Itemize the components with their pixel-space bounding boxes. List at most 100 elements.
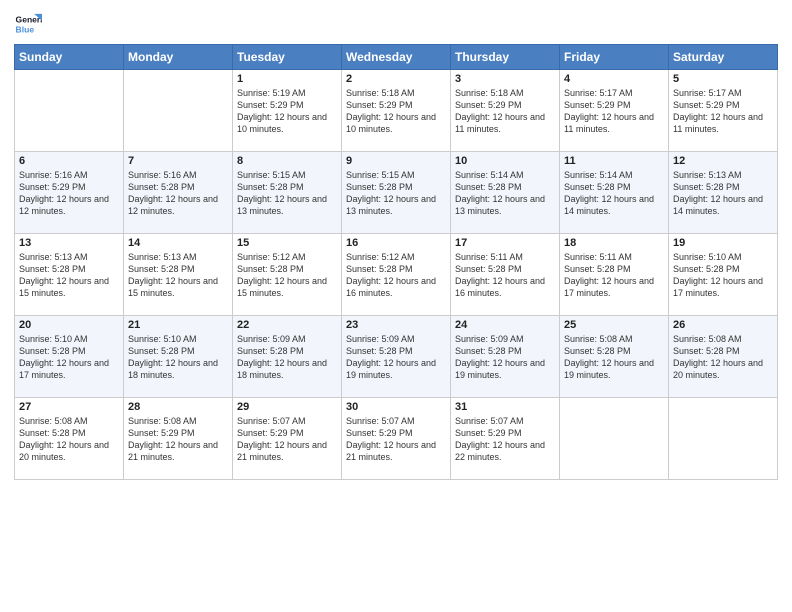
day-info: Sunrise: 5:08 AM Sunset: 5:28 PM Dayligh…: [564, 333, 664, 382]
calendar-cell: 3 Sunrise: 5:18 AM Sunset: 5:29 PM Daylig…: [451, 70, 560, 152]
day-number: 19: [673, 237, 773, 249]
day-info: Sunrise: 5:10 AM Sunset: 5:28 PM Dayligh…: [673, 251, 773, 300]
calendar-cell: 28 Sunrise: 5:08 AM Sunset: 5:29 PM Dayli…: [124, 398, 233, 480]
weekday-header-tuesday: Tuesday: [233, 45, 342, 70]
day-number: 9: [346, 155, 446, 167]
calendar-cell: 24Sunrise: 5:09 AM Sunset: 5:28 PM Dayli…: [451, 316, 560, 398]
calendar-cell: 20Sunrise: 5:10 AM Sunset: 5:28 PM Dayli…: [15, 316, 124, 398]
day-info: Sunrise: 5:07 AM Sunset: 5:29 PM Dayligh…: [237, 415, 337, 464]
day-info: Sunrise: 5:17 AM Sunset: 5:29 PM Dayligh…: [564, 87, 664, 136]
day-info: Sunrise: 5:09 AM Sunset: 5:28 PM Dayligh…: [237, 333, 337, 382]
day-info: Sunrise: 5:07 AM Sunset: 5:29 PM Dayligh…: [346, 415, 446, 464]
day-info: Sunrise: 5:17 AM Sunset: 5:29 PM Dayligh…: [673, 87, 773, 136]
day-number: 8: [237, 155, 337, 167]
day-info: Sunrise: 5:08 AM Sunset: 5:29 PM Dayligh…: [128, 415, 228, 464]
day-number: 15: [237, 237, 337, 249]
day-number: 11: [564, 155, 664, 167]
day-number: 7: [128, 155, 228, 167]
day-number: 18: [564, 237, 664, 249]
day-number: 13: [19, 237, 119, 249]
calendar-cell: 13 Sunrise: 5:13 AM Sunset: 5:28 PM Dayli…: [15, 234, 124, 316]
day-info: Sunrise: 5:08 AM Sunset: 5:28 PM Dayligh…: [673, 333, 773, 382]
calendar-cell: 26 Sunrise: 5:08 AM Sunset: 5:28 PM Dayli…: [669, 316, 778, 398]
day-number: 28: [128, 401, 228, 413]
day-number: 2: [346, 73, 446, 85]
calendar-cell: 11Sunrise: 5:14 AM Sunset: 5:28 PM Dayli…: [560, 152, 669, 234]
day-info: Sunrise: 5:13 AM Sunset: 5:28 PM Dayligh…: [19, 251, 119, 300]
calendar-cell: 5Sunrise: 5:17 AM Sunset: 5:29 PM Daylig…: [669, 70, 778, 152]
day-info: Sunrise: 5:13 AM Sunset: 5:28 PM Dayligh…: [673, 169, 773, 218]
day-number: 24: [455, 319, 555, 331]
day-number: 26: [673, 319, 773, 331]
day-info: Sunrise: 5:16 AM Sunset: 5:29 PM Dayligh…: [19, 169, 119, 218]
calendar-cell: 1 Sunrise: 5:19 AM Sunset: 5:29 PM Daylig…: [233, 70, 342, 152]
calendar-cell: 4 Sunrise: 5:17 AM Sunset: 5:29 PM Daylig…: [560, 70, 669, 152]
day-number: 25: [564, 319, 664, 331]
day-number: 17: [455, 237, 555, 249]
weekday-header-thursday: Thursday: [451, 45, 560, 70]
calendar-cell: 7 Sunrise: 5:16 AM Sunset: 5:28 PM Daylig…: [124, 152, 233, 234]
day-info: Sunrise: 5:09 AM Sunset: 5:28 PM Dayligh…: [346, 333, 446, 382]
day-info: Sunrise: 5:12 AM Sunset: 5:28 PM Dayligh…: [237, 251, 337, 300]
day-number: 27: [19, 401, 119, 413]
calendar-cell: 31 Sunrise: 5:07 AM Sunset: 5:29 PM Dayli…: [451, 398, 560, 480]
page: General Blue SundayMondayTuesdayWednesda…: [0, 0, 792, 612]
week-row-4: 20Sunrise: 5:10 AM Sunset: 5:28 PM Dayli…: [15, 316, 778, 398]
day-info: Sunrise: 5:14 AM Sunset: 5:28 PM Dayligh…: [455, 169, 555, 218]
day-info: Sunrise: 5:12 AM Sunset: 5:28 PM Dayligh…: [346, 251, 446, 300]
day-number: 14: [128, 237, 228, 249]
calendar-cell: [560, 398, 669, 480]
day-number: 6: [19, 155, 119, 167]
calendar-cell: 15 Sunrise: 5:12 AM Sunset: 5:28 PM Dayli…: [233, 234, 342, 316]
day-info: Sunrise: 5:18 AM Sunset: 5:29 PM Dayligh…: [455, 87, 555, 136]
day-number: 30: [346, 401, 446, 413]
day-info: Sunrise: 5:15 AM Sunset: 5:28 PM Dayligh…: [237, 169, 337, 218]
logo: General Blue: [14, 10, 46, 38]
day-info: Sunrise: 5:11 AM Sunset: 5:28 PM Dayligh…: [455, 251, 555, 300]
day-number: 23: [346, 319, 446, 331]
day-number: 12: [673, 155, 773, 167]
day-info: Sunrise: 5:11 AM Sunset: 5:28 PM Dayligh…: [564, 251, 664, 300]
week-row-2: 6 Sunrise: 5:16 AM Sunset: 5:29 PM Daylig…: [15, 152, 778, 234]
weekday-header-saturday: Saturday: [669, 45, 778, 70]
calendar-cell: 23 Sunrise: 5:09 AM Sunset: 5:28 PM Dayli…: [342, 316, 451, 398]
calendar-cell: 19 Sunrise: 5:10 AM Sunset: 5:28 PM Dayli…: [669, 234, 778, 316]
calendar-table: SundayMondayTuesdayWednesdayThursdayFrid…: [14, 44, 778, 480]
day-number: 10: [455, 155, 555, 167]
weekday-header-wednesday: Wednesday: [342, 45, 451, 70]
calendar-cell: [124, 70, 233, 152]
week-row-1: 1 Sunrise: 5:19 AM Sunset: 5:29 PM Daylig…: [15, 70, 778, 152]
calendar-cell: 29Sunrise: 5:07 AM Sunset: 5:29 PM Dayli…: [233, 398, 342, 480]
day-number: 1: [237, 73, 337, 85]
svg-text:Blue: Blue: [16, 25, 35, 35]
header: General Blue: [14, 10, 778, 38]
week-row-5: 27 Sunrise: 5:08 AM Sunset: 5:28 PM Dayli…: [15, 398, 778, 480]
day-number: 4: [564, 73, 664, 85]
day-number: 16: [346, 237, 446, 249]
day-info: Sunrise: 5:08 AM Sunset: 5:28 PM Dayligh…: [19, 415, 119, 464]
calendar-cell: 9 Sunrise: 5:15 AM Sunset: 5:28 PM Daylig…: [342, 152, 451, 234]
day-info: Sunrise: 5:13 AM Sunset: 5:28 PM Dayligh…: [128, 251, 228, 300]
day-number: 21: [128, 319, 228, 331]
calendar-cell: 12 Sunrise: 5:13 AM Sunset: 5:28 PM Dayli…: [669, 152, 778, 234]
day-info: Sunrise: 5:19 AM Sunset: 5:29 PM Dayligh…: [237, 87, 337, 136]
calendar-cell: 21 Sunrise: 5:10 AM Sunset: 5:28 PM Dayli…: [124, 316, 233, 398]
day-number: 22: [237, 319, 337, 331]
day-info: Sunrise: 5:16 AM Sunset: 5:28 PM Dayligh…: [128, 169, 228, 218]
day-info: Sunrise: 5:18 AM Sunset: 5:29 PM Dayligh…: [346, 87, 446, 136]
calendar-cell: [15, 70, 124, 152]
day-info: Sunrise: 5:07 AM Sunset: 5:29 PM Dayligh…: [455, 415, 555, 464]
day-info: Sunrise: 5:15 AM Sunset: 5:28 PM Dayligh…: [346, 169, 446, 218]
day-number: 3: [455, 73, 555, 85]
calendar-cell: 8 Sunrise: 5:15 AM Sunset: 5:28 PM Daylig…: [233, 152, 342, 234]
weekday-header-sunday: Sunday: [15, 45, 124, 70]
calendar-cell: 30 Sunrise: 5:07 AM Sunset: 5:29 PM Dayli…: [342, 398, 451, 480]
weekday-header-row: SundayMondayTuesdayWednesdayThursdayFrid…: [15, 45, 778, 70]
calendar-cell: 14 Sunrise: 5:13 AM Sunset: 5:28 PM Dayli…: [124, 234, 233, 316]
calendar-cell: 6 Sunrise: 5:16 AM Sunset: 5:29 PM Daylig…: [15, 152, 124, 234]
day-info: Sunrise: 5:10 AM Sunset: 5:28 PM Dayligh…: [128, 333, 228, 382]
day-number: 31: [455, 401, 555, 413]
calendar-cell: 2 Sunrise: 5:18 AM Sunset: 5:29 PM Daylig…: [342, 70, 451, 152]
calendar-cell: 16 Sunrise: 5:12 AM Sunset: 5:28 PM Dayli…: [342, 234, 451, 316]
week-row-3: 13 Sunrise: 5:13 AM Sunset: 5:28 PM Dayli…: [15, 234, 778, 316]
